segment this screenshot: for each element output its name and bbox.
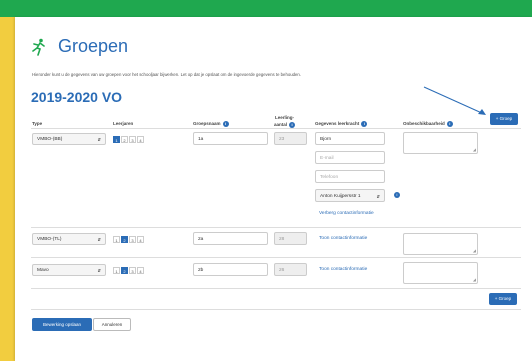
show-contact-link[interactable]: Toon contactinformatie <box>319 267 367 272</box>
intro-text: Hieronder kunt u de gegevens van uw groe… <box>32 72 301 77</box>
page-title: Groepen <box>58 36 129 56</box>
school-year-heading: 2019-2020 VO <box>31 89 123 105</box>
year-option[interactable]: 3 <box>129 136 136 143</box>
year-option[interactable]: 4 <box>137 267 144 274</box>
unavailability-textarea[interactable]: ◢ <box>403 262 478 284</box>
header-leerjaren: Leerjaren <box>113 121 134 126</box>
info-icon[interactable]: i <box>446 121 453 127</box>
cancel-button[interactable]: Annuleren <box>93 318 131 331</box>
resize-grip-icon: ◢ <box>472 248 476 253</box>
type-select[interactable]: VMBO-(BB) ⇵ <box>32 133 106 145</box>
teacher-name-input[interactable]: Bjorn <box>315 132 385 145</box>
row-divider <box>31 288 521 289</box>
header-divider <box>31 128 521 129</box>
footer-divider <box>31 309 521 310</box>
chevron-updown-icon: ⇵ <box>97 268 101 273</box>
year-selector: 1 2 3 4 <box>113 236 144 243</box>
year-option[interactable]: 3 <box>129 267 136 274</box>
info-icon[interactable]: i <box>289 121 296 128</box>
top-green-bar <box>0 0 532 17</box>
student-count-input: 26 <box>274 263 307 276</box>
arrow-annotation-icon <box>423 86 486 115</box>
group-name-input[interactable]: 1a <box>193 132 268 145</box>
running-figure-logo-icon <box>32 38 45 56</box>
chevron-updown-icon: ⇵ <box>97 237 101 242</box>
type-select[interactable]: Mavo ⇵ <box>32 264 106 276</box>
add-group-button-bottom[interactable]: + Groep <box>489 293 517 305</box>
year-option[interactable]: 2 <box>121 267 128 274</box>
info-icon[interactable]: i <box>394 192 400 198</box>
info-icon[interactable]: i <box>222 121 229 127</box>
save-button[interactable]: Bewerking opslaan <box>32 318 92 331</box>
header-groepsnaam: Groepsnaam i <box>193 121 229 127</box>
group-name-input[interactable]: 2a <box>193 232 268 245</box>
header-leerlingaantal: Leerling-aantal i <box>274 115 296 128</box>
add-group-button-top[interactable]: + Groep <box>490 113 518 125</box>
teacher-address-select[interactable]: Anton Kuijpersstr 1 ⇵ <box>315 189 385 202</box>
row-divider <box>31 227 521 228</box>
year-option[interactable]: 2 <box>121 136 128 143</box>
year-option[interactable]: 1 <box>113 267 120 274</box>
chevron-updown-icon: ⇵ <box>97 137 101 142</box>
hide-contact-link[interactable]: Verberg contactinformatie <box>319 211 374 216</box>
year-option[interactable]: 2 <box>121 236 128 243</box>
unavailability-textarea[interactable]: ◢ <box>403 233 478 255</box>
year-option[interactable]: 4 <box>137 136 144 143</box>
header-onbeschikbaarheid: Onbeschikbaarheid i <box>403 121 453 127</box>
year-option[interactable]: 1 <box>113 236 120 243</box>
header-type: Type <box>32 121 43 126</box>
year-selector: 1 2 3 4 <box>113 136 144 143</box>
student-count-input: 23 <box>274 132 307 145</box>
resize-grip-icon: ◢ <box>472 147 476 152</box>
year-selector: 1 2 3 4 <box>113 267 144 274</box>
chevron-updown-icon: ⇵ <box>376 194 380 199</box>
unavailability-textarea[interactable]: ◢ <box>403 132 478 154</box>
info-icon[interactable]: i <box>361 121 368 127</box>
page-header: Groepen <box>32 36 128 57</box>
teacher-phone-input[interactable]: Telefoon <box>315 170 385 183</box>
row-divider <box>31 257 521 258</box>
show-contact-link[interactable]: Toon contactinformatie <box>319 236 367 241</box>
student-count-input: 28 <box>274 232 307 245</box>
type-select[interactable]: VMBO-(TL) ⇵ <box>32 233 106 245</box>
teacher-email-input[interactable]: E-mail <box>315 151 385 164</box>
year-option[interactable]: 1 <box>113 136 120 143</box>
year-option[interactable]: 3 <box>129 236 136 243</box>
year-option[interactable]: 4 <box>137 236 144 243</box>
group-name-input[interactable]: 2b <box>193 263 268 276</box>
resize-grip-icon: ◢ <box>472 277 476 282</box>
header-leerkracht: Gegevens leerkracht i <box>315 121 368 127</box>
